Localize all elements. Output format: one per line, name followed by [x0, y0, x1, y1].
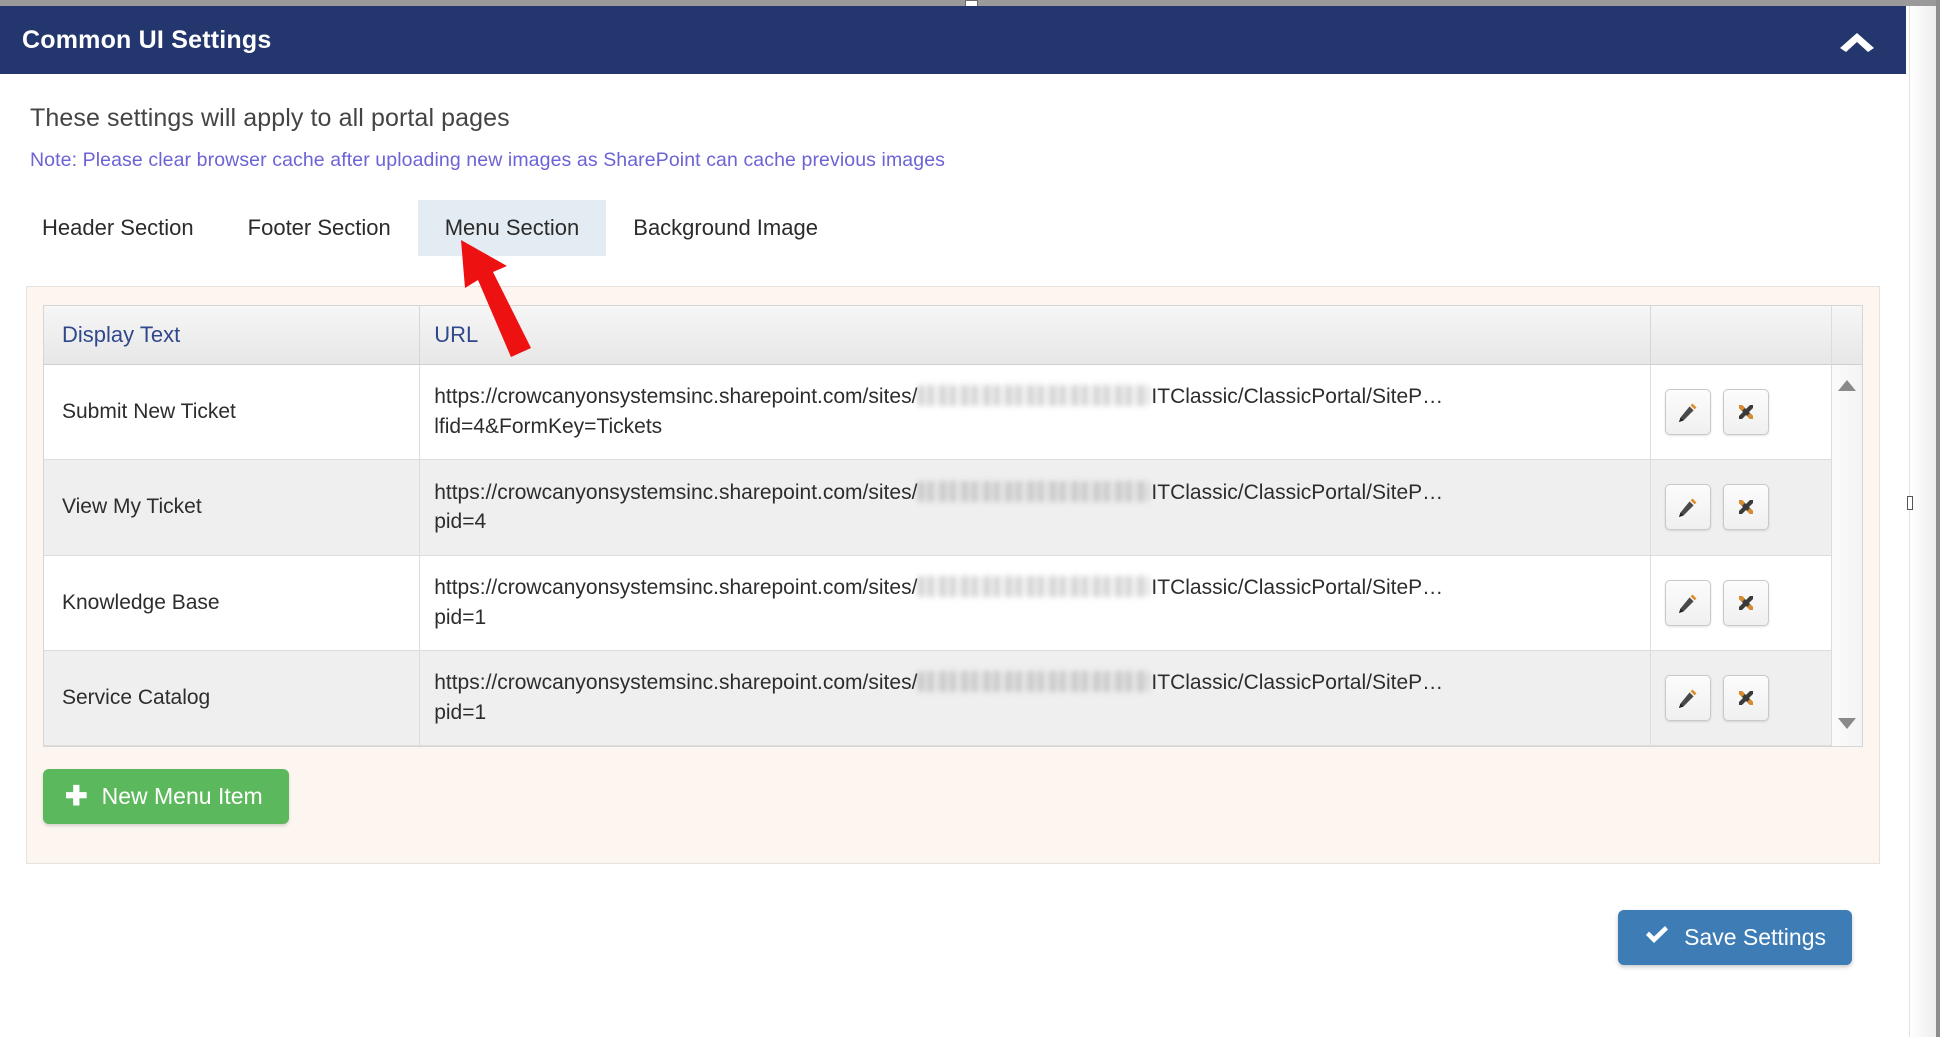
column-header-url[interactable]: URL	[419, 306, 1651, 365]
webpart-footer: Save Settings	[26, 864, 1880, 965]
url-redacted-block	[918, 385, 1151, 407]
new-menu-item-label: New Menu Item	[101, 783, 263, 809]
table-row[interactable]: View My Ticket https://crowcanyonsystems…	[44, 459, 1831, 556]
check-icon	[1644, 924, 1670, 951]
page-scrollbar-thumb[interactable]	[1907, 496, 1913, 510]
url-prefix: https://crowcanyonsystemsinc.sharepoint.…	[434, 671, 918, 695]
delete-icon-button[interactable]	[1722, 674, 1769, 721]
cell-display-text: Submit New Ticket	[44, 364, 421, 461]
url-line-2: lfid=4&FormKey=Tickets	[434, 415, 663, 439]
menu-items-grid-container: Display Text URL Submit New Ticket https…	[43, 305, 1863, 747]
url-suffix: ITClassic/ClassicPortal/SiteP…	[1151, 385, 1444, 409]
edit-icon-button[interactable]	[1664, 389, 1711, 436]
row-action-group	[1664, 389, 1817, 436]
edit-icon-button[interactable]	[1664, 674, 1711, 721]
tab-header-section[interactable]: Header Section	[26, 200, 221, 256]
table-header-row: Display Text URL	[44, 306, 1831, 365]
delete-icon-button[interactable]	[1722, 579, 1769, 626]
table-row[interactable]: Knowledge Base https://crowcanyonsystems…	[44, 555, 1831, 651]
url-line-2: pid=1	[434, 605, 487, 629]
tab-label: Background Image	[633, 215, 818, 240]
cell-display-text: View My Ticket	[44, 459, 421, 556]
grid-scrollbar-header-cap	[1832, 306, 1862, 365]
new-menu-item-button[interactable]: ✚ New Menu Item	[43, 769, 289, 824]
url-redacted-block	[918, 671, 1151, 693]
browser-frame-right	[1936, 0, 1940, 1037]
cell-actions	[1650, 459, 1831, 556]
save-settings-button[interactable]: Save Settings	[1618, 910, 1852, 965]
cell-display-text: Knowledge Base	[44, 555, 421, 651]
row-action-group	[1664, 484, 1817, 531]
menu-section-panel: Display Text URL Submit New Ticket https…	[26, 286, 1880, 864]
table-row[interactable]: Service Catalog https://crowcanyonsystem…	[44, 650, 1831, 747]
delete-icon-button[interactable]	[1722, 389, 1769, 436]
grid-vertical-scrollbar[interactable]	[1831, 306, 1862, 746]
url-suffix: ITClassic/ClassicPortal/SiteP…	[1151, 575, 1444, 599]
column-header-actions	[1650, 306, 1831, 365]
save-settings-label: Save Settings	[1684, 924, 1826, 950]
cell-url: https://crowcanyonsystemsinc.sharepoint.…	[419, 555, 1651, 651]
scroll-up-arrow-icon[interactable]	[1838, 380, 1856, 391]
webpart-header: Common UI Settings	[0, 6, 1906, 74]
column-header-display-text[interactable]: Display Text	[44, 306, 421, 365]
page-title: Common UI Settings	[22, 25, 272, 54]
tab-background-image[interactable]: Background Image	[606, 200, 845, 256]
menu-items-table: Display Text URL Submit New Ticket https…	[44, 306, 1831, 747]
cell-url: https://crowcanyonsystemsinc.sharepoint.…	[419, 650, 1651, 747]
tab-label: Header Section	[42, 215, 194, 240]
common-ui-settings-webpart: Common UI Settings These settings will a…	[0, 6, 1906, 1037]
section-tabs: Header Section Footer Section Menu Secti…	[26, 200, 1880, 256]
cell-url: https://crowcanyonsystemsinc.sharepoint.…	[419, 459, 1651, 556]
delete-icon-button[interactable]	[1722, 484, 1769, 531]
url-prefix: https://crowcanyonsystemsinc.sharepoint.…	[434, 480, 918, 504]
row-action-group	[1664, 579, 1817, 626]
table-row[interactable]: Submit New Ticket https://crowcanyonsyst…	[44, 364, 1831, 461]
url-suffix: ITClassic/ClassicPortal/SiteP…	[1151, 480, 1444, 504]
cache-note: Note: Please clear browser cache after u…	[30, 149, 945, 171]
cell-display-text: Service Catalog	[44, 650, 421, 747]
url-redacted-block	[918, 480, 1151, 502]
url-redacted-block	[918, 575, 1151, 597]
tab-label: Footer Section	[247, 215, 391, 240]
url-line-2: pid=1	[434, 700, 487, 724]
edit-icon-button[interactable]	[1664, 484, 1711, 531]
cell-actions	[1650, 555, 1831, 651]
edit-icon-button[interactable]	[1664, 579, 1711, 626]
screenshot-root: Common UI Settings These settings will a…	[0, 0, 1940, 1037]
chevron-up-icon[interactable]	[1834, 20, 1880, 60]
webpart-body: These settings will apply to all portal …	[0, 74, 1906, 965]
url-line-2: pid=4	[434, 510, 487, 534]
tab-label: Menu Section	[444, 215, 580, 240]
plus-icon: ✚	[65, 781, 88, 811]
url-prefix: https://crowcanyonsystemsinc.sharepoint.…	[434, 575, 918, 599]
tab-menu-section[interactable]: Menu Section	[417, 200, 607, 256]
row-action-group	[1664, 674, 1817, 721]
settings-description: These settings will apply to all portal …	[30, 104, 510, 132]
cell-actions	[1650, 650, 1831, 747]
scroll-down-arrow-icon[interactable]	[1838, 718, 1856, 729]
url-suffix: ITClassic/ClassicPortal/SiteP…	[1151, 671, 1444, 695]
page-vertical-scrollbar[interactable]	[1907, 6, 1936, 1037]
tab-footer-section[interactable]: Footer Section	[221, 200, 418, 256]
cell-actions	[1650, 364, 1831, 461]
cell-url: https://crowcanyonsystemsinc.sharepoint.…	[419, 364, 1651, 461]
url-prefix: https://crowcanyonsystemsinc.sharepoint.…	[434, 385, 918, 409]
